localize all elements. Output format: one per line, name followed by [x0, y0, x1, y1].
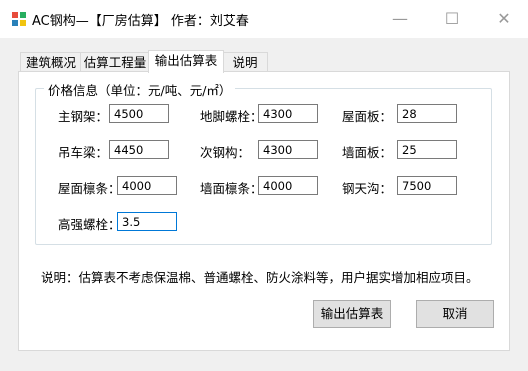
secondary-steel-label: 次钢构： — [200, 145, 251, 160]
steel-gutter-label: 钢天沟： — [342, 181, 393, 196]
wall-purlin-input[interactable] — [258, 176, 318, 195]
wall-panel-label: 墙面板： — [342, 145, 393, 160]
tab-estimate-quantities[interactable]: 估算工程量 — [80, 52, 150, 72]
roof-panel-input[interactable] — [397, 104, 457, 123]
price-info-group-title: 价格信息（单位：元/吨、元/㎡） — [44, 80, 236, 99]
roof-purlin-label: 屋面檩条： — [58, 181, 121, 196]
cancel-button[interactable]: 取消 — [416, 300, 494, 328]
roof-panel-label: 屋面板： — [342, 109, 393, 124]
crane-beam-input[interactable] — [109, 140, 169, 159]
note-text: 说明：估算表不考虑保温棉、普通螺栓、防火涂料等，用户据实增加相应项目。 — [41, 270, 479, 285]
anchor-bolt-label: 地脚螺栓： — [200, 109, 263, 124]
main-steel-frame-label: 主钢架： — [58, 109, 109, 124]
minimize-button[interactable]: — — [380, 6, 420, 32]
window-title: AC钢构—【厂房估算】 作者：刘艾春 — [32, 14, 249, 29]
tab-building-overview[interactable]: 建筑概况 — [20, 52, 82, 72]
anchor-bolt-input[interactable] — [258, 104, 318, 123]
output-estimate-button[interactable]: 输出估算表 — [313, 300, 391, 328]
app-icon — [12, 12, 26, 26]
wall-panel-input[interactable] — [397, 140, 457, 159]
tab-instructions[interactable]: 说明 — [222, 52, 268, 72]
main-steel-frame-input[interactable] — [109, 104, 169, 123]
title-bar: AC钢构—【厂房估算】 作者：刘艾春 — ☐ ✕ — [0, 0, 528, 38]
high-strength-bolt-label: 高强螺栓： — [58, 217, 121, 232]
wall-purlin-label: 墙面檩条： — [200, 181, 263, 196]
tab-page-output-estimate: 价格信息（单位：元/吨、元/㎡） 主钢架： 地脚螺栓： 屋面板： 吊车梁： 次钢… — [18, 71, 510, 351]
close-button[interactable]: ✕ — [484, 6, 524, 32]
secondary-steel-input[interactable] — [258, 140, 318, 159]
maximize-button[interactable]: ☐ — [432, 6, 472, 32]
window-client: 建筑概况 估算工程量 输出估算表 说明 价格信息（单位：元/吨、元/㎡） 主钢架… — [0, 38, 528, 371]
high-strength-bolt-input[interactable] — [117, 212, 177, 231]
roof-purlin-input[interactable] — [117, 176, 177, 195]
tab-output-estimate[interactable]: 输出估算表 — [148, 50, 224, 73]
price-info-group: 价格信息（单位：元/吨、元/㎡） 主钢架： 地脚螺栓： 屋面板： 吊车梁： 次钢… — [35, 80, 492, 245]
steel-gutter-input[interactable] — [397, 176, 457, 195]
crane-beam-label: 吊车梁： — [58, 145, 109, 160]
